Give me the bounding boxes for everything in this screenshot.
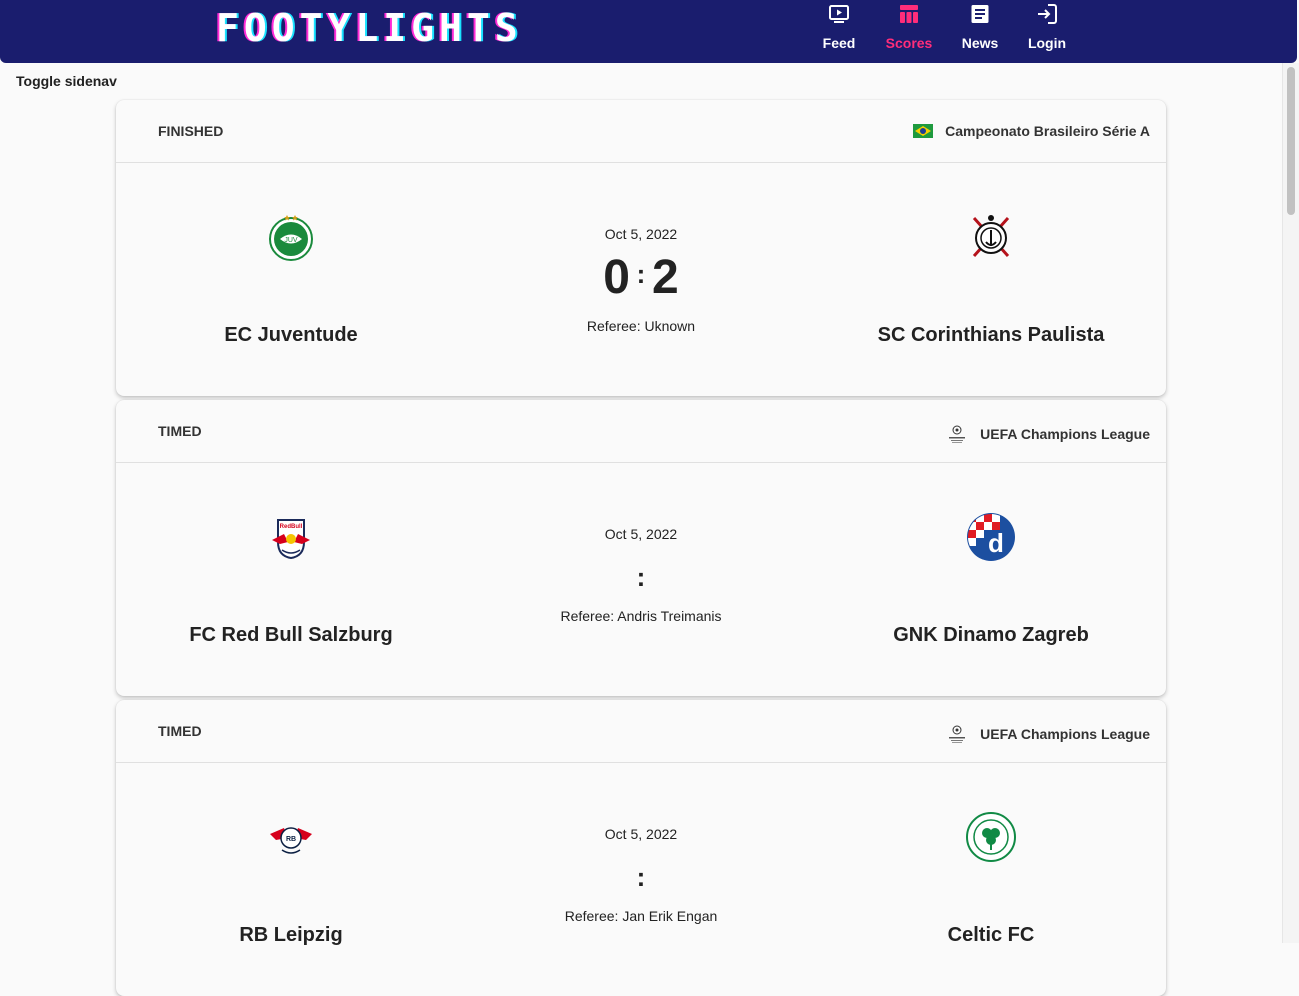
svg-text:d: d: [988, 528, 1004, 558]
match-referee: Referee: Uknown: [586, 318, 696, 334]
dinamo-zagreb-crest-icon: d: [967, 513, 1015, 561]
rb-leipzig-crest-icon: RB: [270, 827, 312, 854]
match-center-info: Oct 5, 2022 0:2 Referee: Uknown: [466, 162, 816, 396]
match-date: Oct 5, 2022: [604, 826, 678, 842]
away-team-name: Celtic FC: [947, 924, 1035, 946]
login-icon: [1038, 4, 1057, 24]
away-team[interactable]: SC Corinthians Paulista: [816, 162, 1166, 396]
nav-news[interactable]: News: [948, 2, 1012, 60]
home-team[interactable]: JUV EC Juventude: [116, 162, 466, 396]
home-team[interactable]: RB RB Leipzig: [116, 762, 466, 996]
news-icon: [971, 5, 989, 23]
salzburg-crest-icon: RedBull: [272, 519, 310, 560]
away-team[interactable]: Celtic FC: [816, 762, 1166, 996]
league-name: UEFA Champions League: [980, 426, 1150, 442]
toggle-sidenav-button[interactable]: Toggle sidenav: [16, 73, 117, 89]
league-label[interactable]: UEFA Champions League: [946, 723, 1150, 745]
match-referee: Referee: Andris Treimanis: [560, 608, 722, 624]
svg-text:JUV: JUV: [284, 237, 298, 244]
away-team[interactable]: d GNK Dinamo Zagreb: [816, 462, 1166, 696]
league-name: Campeonato Brasileiro Série A: [945, 123, 1150, 139]
home-team-name: FC Red Bull Salzburg: [189, 624, 393, 646]
match-center-info: Oct 5, 2022 : Referee: Jan Erik Engan: [466, 762, 816, 996]
feed-icon: [829, 5, 849, 23]
champions-league-icon: [949, 725, 966, 743]
home-team[interactable]: RedBull FC Red Bull Salzburg: [116, 462, 466, 696]
match-status: TIMED: [158, 423, 202, 439]
celtic-crest-icon: [966, 812, 1016, 862]
page-scrollbar[interactable]: [1282, 63, 1299, 943]
home-team-name: EC Juventude: [224, 324, 358, 346]
nav-login[interactable]: Login: [1015, 2, 1079, 60]
top-navbar: FOOTYLIGHTS Feed Scores News Login: [0, 0, 1297, 63]
match-card-header: TIMED UEFA Champions League: [116, 400, 1166, 463]
home-team-name: RB Leipzig: [239, 924, 343, 946]
away-team-name: SC Corinthians Paulista: [877, 324, 1105, 346]
match-date: Oct 5, 2022: [604, 226, 678, 242]
score-separator: :: [636, 562, 646, 592]
away-score: 2: [651, 251, 679, 304]
match-status: TIMED: [158, 723, 202, 739]
home-score: 0: [603, 251, 630, 304]
app-logo[interactable]: FOOTYLIGHTS: [216, 6, 523, 50]
nav-feed-label: Feed: [822, 35, 856, 51]
champions-league-icon: [949, 425, 966, 443]
scrollbar-thumb[interactable]: [1287, 67, 1295, 215]
match-card[interactable]: TIMED UEFA Champions League RedBull FC R…: [116, 400, 1166, 696]
match-card[interactable]: FINISHED Campeonato Brasileiro Série A J…: [116, 100, 1166, 396]
match-card[interactable]: TIMED UEFA Champions League RB RB Leipzi…: [116, 700, 1166, 996]
league-label[interactable]: Campeonato Brasileiro Série A: [913, 123, 1150, 139]
league-name: UEFA Champions League: [980, 726, 1150, 742]
scores-icon: [900, 5, 918, 23]
match-status: FINISHED: [158, 123, 224, 139]
match-referee: Referee: Jan Erik Engan: [564, 908, 718, 924]
nav-login-label: Login: [1027, 35, 1067, 51]
nav-scores[interactable]: Scores: [877, 2, 941, 60]
juventude-crest-icon: JUV: [269, 215, 313, 261]
svg-text:RedBull: RedBull: [280, 524, 303, 530]
away-team-name: GNK Dinamo Zagreb: [893, 624, 1089, 646]
brazil-flag-icon: [913, 124, 934, 138]
nav-news-label: News: [961, 35, 999, 51]
svg-text:RB: RB: [286, 836, 296, 843]
match-date: Oct 5, 2022: [604, 526, 678, 542]
match-center-info: Oct 5, 2022 : Referee: Andris Treimanis: [466, 462, 816, 696]
corinthians-crest-icon: [972, 215, 1010, 258]
score-separator: :: [636, 862, 646, 892]
match-card-header: FINISHED Campeonato Brasileiro Série A: [116, 100, 1166, 163]
nav-feed[interactable]: Feed: [807, 2, 871, 60]
match-score: 0:2: [466, 250, 816, 308]
score-separator: :: [636, 259, 646, 290]
nav-scores-label: Scores: [885, 35, 933, 51]
match-card-header: TIMED UEFA Champions League: [116, 700, 1166, 763]
league-label[interactable]: UEFA Champions League: [946, 423, 1150, 445]
